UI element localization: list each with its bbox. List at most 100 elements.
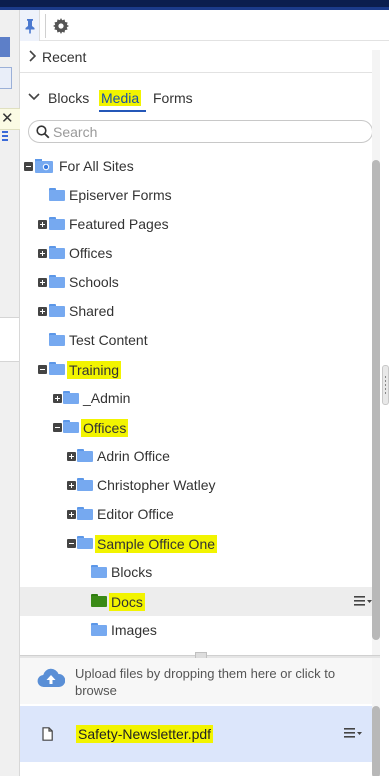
collapse-icon[interactable] [38,365,47,374]
expand-icon[interactable] [38,278,47,287]
tree-node-christopher-watley[interactable]: Christopher Watley [20,471,372,500]
tree-node-featured-pages[interactable]: Featured Pages [20,210,372,239]
background-list-button[interactable] [0,67,12,141]
upload-instructions: Upload files by dropping them here or cl… [75,666,336,698]
tree-node-training-offices[interactable]: Offices [20,413,372,442]
tree-node-label: Offices [69,245,113,261]
collapse-icon[interactable] [67,539,76,548]
context-menu-icon[interactable] [344,726,362,740]
search-icon [36,125,50,139]
tree-node-episerver-forms[interactable]: Episerver Forms [20,181,372,210]
background-button[interactable] [0,37,10,57]
search-input[interactable] [53,123,353,141]
cloud-upload-icon [37,668,65,688]
tree-node-label: For All Sites [59,158,134,174]
tree-node-label: Blocks [111,564,153,580]
pin-icon [25,18,34,34]
active-tab-indicator [99,110,146,112]
gear-icon [53,18,69,34]
tree-node-sample-office-one[interactable]: Sample Office One [20,529,372,558]
tree-node-training[interactable]: Training [20,355,372,384]
tree-node-label: Training [67,361,122,379]
recent-section-header[interactable]: Recent [20,41,380,73]
folder-icon [63,420,79,433]
folder-icon [49,275,65,288]
close-icon[interactable]: ✕ [0,108,20,130]
top-header-bar [0,0,389,10]
folder-icon [77,536,93,549]
folder-icon [91,565,107,578]
tree-node-label: Episerver Forms [69,187,172,203]
assets-pane: Recent Blocks Media Forms For All Sites … [20,10,389,776]
upload-dropzone[interactable]: Upload files by dropping them here or cl… [20,658,380,704]
pane-resize-handle[interactable] [382,365,389,405]
context-menu-icon[interactable] [354,594,372,608]
pane-toolbar [20,10,389,41]
folder-icon [77,449,93,462]
tree-node-label: Sample Office One [95,535,218,553]
list-icon [2,131,8,141]
expand-icon[interactable] [38,307,47,316]
tree-node-shared[interactable]: Shared [20,297,372,326]
tree-node-for-all-sites[interactable]: For All Sites [20,152,372,181]
recent-label: Recent [42,49,87,65]
document-icon [42,727,53,741]
pin-button[interactable] [20,10,40,41]
folder-icon [77,507,93,520]
chevron-right-icon [29,50,36,62]
tab-media[interactable]: Media [99,90,142,106]
media-folder-tree: For All Sites Episerver Forms Featured P… [20,152,372,652]
expand-icon[interactable] [53,394,62,403]
chevron-down-icon[interactable] [28,92,40,102]
tree-node-editor-office[interactable]: Editor Office [20,500,372,529]
collapse-icon[interactable] [24,162,33,171]
tree-node-label: Featured Pages [69,216,169,232]
expand-icon[interactable] [67,452,76,461]
files-scrollbar-thumb[interactable] [372,706,380,776]
settings-button[interactable] [50,16,72,36]
expand-icon[interactable] [38,220,47,229]
tree-node-label: Christopher Watley [97,477,216,493]
tree-node-admin[interactable]: _Admin [20,384,372,413]
folder-icon [49,304,65,317]
file-name: Safety-Newsletter.pdf [76,725,214,743]
file-list-item[interactable]: Safety-Newsletter.pdf [20,706,372,762]
tree-node-offices[interactable]: Offices [20,239,372,268]
search-box [28,120,373,143]
folder-icon [49,188,65,201]
tree-node-label: Docs [109,593,145,611]
tree-node-label: Editor Office [97,506,174,522]
expand-icon[interactable] [38,249,47,258]
tree-node-adrin-office[interactable]: Adrin Office [20,442,372,471]
background-panel [0,317,19,362]
folder-icon [77,478,93,491]
tree-node-label: Schools [69,274,119,290]
folder-icon [49,246,65,259]
expand-icon[interactable] [67,481,76,490]
tree-node-images[interactable]: Images [20,616,372,645]
tree-node-label: Adrin Office [97,448,170,464]
tree-node-label: Test Content [69,332,148,348]
site-folder-icon [35,159,53,173]
media-tabs: Blocks Media Forms [20,85,380,113]
folder-icon [49,217,65,230]
folder-icon [49,362,65,375]
tree-scrollbar-thumb[interactable] [372,160,380,640]
tree-node-docs[interactable]: Docs [20,587,372,616]
tab-blocks[interactable]: Blocks [48,90,89,106]
tree-node-label: Shared [69,303,115,319]
expand-icon[interactable] [67,510,76,519]
tab-forms[interactable]: Forms [153,90,193,106]
collapse-icon[interactable] [53,423,62,432]
tree-node-schools[interactable]: Schools [20,268,372,297]
tree-node-test-content[interactable]: Test Content [20,326,372,355]
toolbar-divider [45,14,46,38]
folder-icon [63,391,79,404]
tree-node-blocks[interactable]: Blocks [20,558,372,587]
tree-node-label: Offices [81,419,129,437]
background-page-strip: ✕ [0,10,20,776]
folder-icon [49,333,65,346]
folder-icon [91,594,107,607]
tree-node-label: Images [111,622,157,638]
folder-icon [91,623,107,636]
